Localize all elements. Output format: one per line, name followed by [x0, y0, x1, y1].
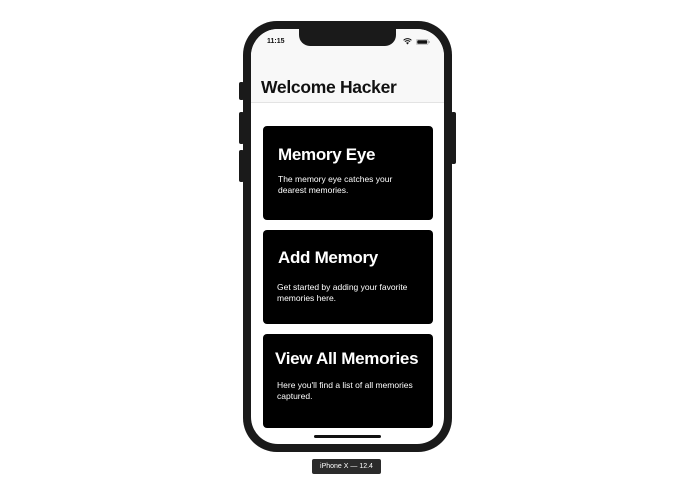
notch [299, 29, 396, 46]
add-memory-card[interactable]: Add Memory Get started by adding your fa… [263, 230, 433, 324]
card-description: The memory eye catches your dearest memo… [278, 174, 393, 195]
card-description: Here you'll find a list of all memories … [277, 380, 413, 401]
home-indicator[interactable] [314, 435, 381, 438]
card-title: View All Memories [275, 349, 419, 368]
page-title: Welcome Hacker [261, 77, 397, 97]
device-label: iPhone X — 12.4 [312, 459, 381, 474]
card-title: Memory Eye [278, 145, 376, 164]
wifi-icon [403, 38, 412, 45]
battery-icon [416, 38, 430, 45]
card-title: Add Memory [278, 248, 378, 267]
status-icons [403, 38, 430, 45]
app-screen: Welcome Hacker 11:15 Memory Eye The memo… [251, 29, 444, 444]
status-time: 11:15 [267, 38, 285, 45]
memory-eye-card[interactable]: Memory Eye The memory eye catches your d… [263, 126, 433, 220]
card-description: Get started by adding your favorite memo… [277, 282, 408, 303]
view-all-memories-card[interactable]: View All Memories Here you'll find a lis… [263, 334, 433, 428]
